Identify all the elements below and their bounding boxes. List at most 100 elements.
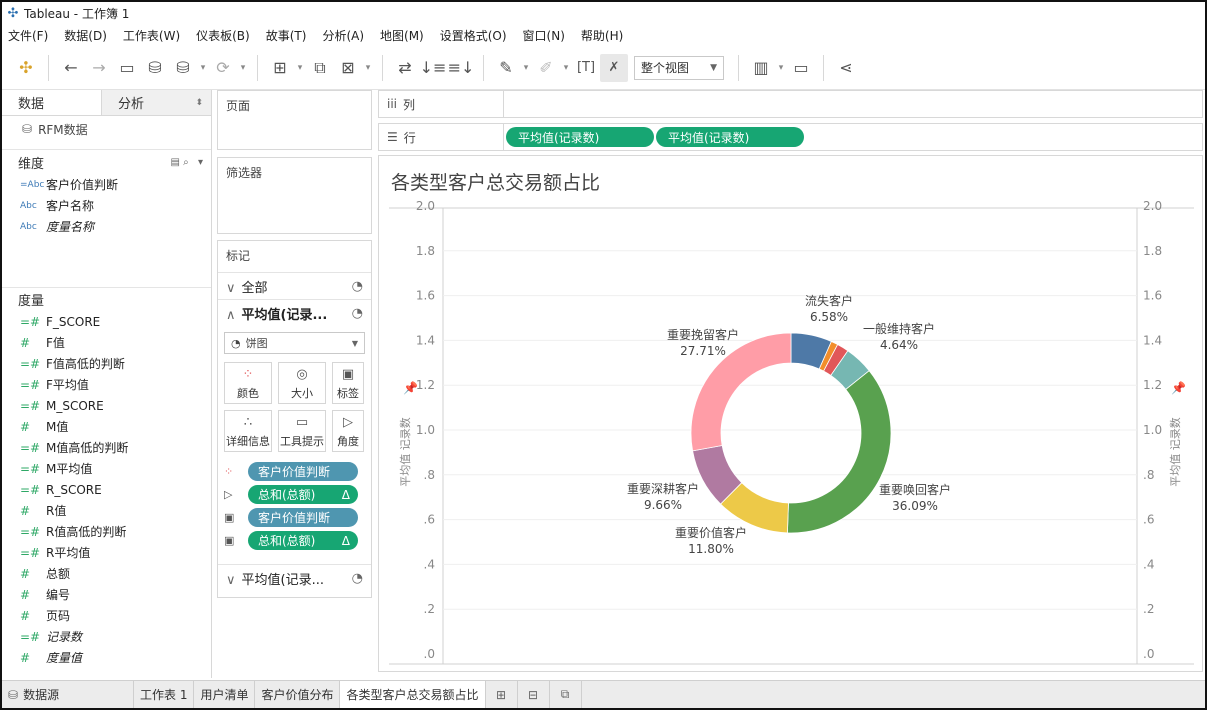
show-mark-labels-icon[interactable]: [T]: [572, 54, 600, 82]
pause-updates-icon[interactable]: ⛁: [169, 54, 197, 82]
clear-sheet-icon[interactable]: ⊠: [334, 54, 362, 82]
menu-worksheet[interactable]: 工作表(W): [123, 27, 180, 44]
dropdown-arrow-icon[interactable]: ▾: [237, 54, 249, 82]
detail-button[interactable]: ∴ 详细信息: [224, 410, 272, 452]
angle-button-label: 角度: [337, 435, 359, 448]
marks-all-row[interactable]: ∨ 全部 ◔: [218, 272, 371, 299]
measure-field[interactable]: # 编号: [2, 584, 211, 605]
menu-format[interactable]: 设置格式(O): [440, 27, 507, 44]
tableau-home-icon[interactable]: ✣: [12, 54, 40, 82]
fix-axes-icon[interactable]: ✗: [600, 53, 628, 82]
measure-field[interactable]: =# R值高低的判断: [2, 521, 211, 542]
tooltip-button[interactable]: ▭ 工具提示: [278, 410, 326, 452]
slice-percent-label: 36.09%: [892, 499, 938, 513]
measure-field[interactable]: =# F值高低的判断: [2, 353, 211, 374]
sort-descending-icon[interactable]: ≡↓: [447, 54, 475, 82]
redo-icon[interactable]: →: [85, 54, 113, 82]
marks-pill-angle[interactable]: 总和(总额) Δ: [248, 485, 358, 504]
view-list-icon[interactable]: ▤: [171, 157, 180, 168]
color-button[interactable]: ⁘ 颜色: [224, 362, 272, 404]
menu-window[interactable]: 窗口(N): [523, 27, 565, 44]
angle-icon: ▷: [343, 415, 353, 430]
dropdown-arrow-icon[interactable]: ▾: [197, 54, 209, 82]
pill-label: 总和(总额): [258, 534, 316, 548]
swap-rows-columns-icon[interactable]: ⇄: [391, 54, 419, 82]
menu-arrow-icon[interactable]: ▾: [198, 157, 203, 168]
measure-field[interactable]: =# M平均值: [2, 458, 211, 479]
tab-datasource[interactable]: ⛁ 数据源: [2, 680, 134, 708]
marks-pill-color[interactable]: 客户价值判断: [248, 462, 358, 481]
tooltip-button-label: 工具提示: [280, 435, 324, 448]
menu-data[interactable]: 数据(D): [64, 27, 107, 44]
sheet-tab-active[interactable]: 各类型客户总交易额占比: [340, 680, 486, 708]
new-datasource-icon[interactable]: ⛁: [141, 54, 169, 82]
dimension-field[interactable]: =Abc 客户价值判断: [2, 174, 211, 195]
measure-field[interactable]: # 页码: [2, 605, 211, 626]
measure-field[interactable]: # R值: [2, 500, 211, 521]
dimension-field[interactable]: Abc 客户名称: [2, 195, 211, 216]
measure-field[interactable]: =# F_SCORE: [2, 311, 211, 332]
dropdown-arrow-icon[interactable]: ▾: [560, 54, 572, 82]
filters-card[interactable]: 筛选器: [217, 157, 372, 234]
measure-field[interactable]: # 度量值: [2, 647, 211, 668]
measure-field[interactable]: =# 记录数: [2, 626, 211, 647]
search-icon[interactable]: ⌕: [183, 157, 189, 168]
pages-card[interactable]: 页面: [217, 90, 372, 150]
marks-pill-label-measure[interactable]: 总和(总额) Δ: [248, 531, 358, 550]
angle-button[interactable]: ▷ 角度: [332, 410, 364, 452]
measure-field[interactable]: # M值: [2, 416, 211, 437]
new-worksheet-icon[interactable]: ⊞: [266, 54, 294, 82]
measure-field[interactable]: =# M值高低的判断: [2, 437, 211, 458]
view-mode-select[interactable]: 整个视图 ▼: [634, 55, 724, 80]
dimension-type-icon: Abc: [20, 221, 37, 232]
mark-type-select[interactable]: ◔ 饼图 ▼: [224, 332, 365, 354]
duplicate-sheet-icon[interactable]: ⧉: [306, 54, 334, 82]
dimension-field[interactable]: Abc 度量名称: [2, 216, 211, 237]
sheet-tab[interactable]: 工作表 1: [134, 680, 195, 708]
menu-file[interactable]: 文件(F): [8, 27, 48, 44]
datasource-item[interactable]: ⛁ RFM数据: [2, 116, 211, 142]
marks-layer-2-row[interactable]: ∨ 平均值(记录... ◔: [218, 564, 371, 591]
menu-analysis[interactable]: 分析(A): [322, 27, 364, 44]
measure-field[interactable]: # 总额: [2, 563, 211, 584]
size-button[interactable]: ◎ 大小: [278, 362, 326, 404]
menu-dashboard[interactable]: 仪表板(B): [196, 27, 250, 44]
dropdown-arrow-icon[interactable]: ▾: [775, 54, 787, 82]
measure-field[interactable]: =# R_SCORE: [2, 479, 211, 500]
new-worksheet-icon[interactable]: ⊞: [486, 680, 518, 708]
show-hide-cards-icon[interactable]: ▥: [747, 54, 775, 82]
measure-field[interactable]: =# R平均值: [2, 542, 211, 563]
sheet-tab[interactable]: 用户清单: [194, 680, 256, 708]
rows-pill[interactable]: 平均值(记录数): [656, 127, 804, 147]
rows-pill[interactable]: 平均值(记录数): [506, 127, 654, 147]
dropdown-arrow-icon[interactable]: ▾: [294, 54, 306, 82]
menu-story[interactable]: 故事(T): [266, 27, 307, 44]
columns-shelf[interactable]: iii 列: [378, 90, 1203, 118]
new-dashboard-icon[interactable]: ⊟: [518, 680, 550, 708]
highlight-icon[interactable]: ✎: [492, 54, 520, 82]
menu-help[interactable]: 帮助(H): [581, 27, 623, 44]
measure-field[interactable]: =# F平均值: [2, 374, 211, 395]
y-tick-label-right: .2: [1143, 602, 1154, 616]
tab-data[interactable]: 数据: [2, 90, 102, 115]
menu-map[interactable]: 地图(M): [380, 27, 424, 44]
marks-layer-1-row[interactable]: ∧ 平均值(记录... ◔: [218, 299, 371, 326]
sort-ascending-icon[interactable]: ↓≡: [419, 54, 447, 82]
measure-field[interactable]: =# M_SCORE: [2, 395, 211, 416]
rows-shelf[interactable]: ☰ 行 平均值(记录数) 平均值(记录数): [378, 123, 1203, 151]
refresh-icon[interactable]: ⟳: [209, 54, 237, 82]
save-icon[interactable]: ▭: [113, 54, 141, 82]
undo-icon[interactable]: ←: [57, 54, 85, 82]
sheet-tab[interactable]: 客户价值分布: [255, 680, 341, 708]
marks-pill-label[interactable]: 客户价值判断: [248, 508, 358, 527]
marks-button-grid: ⁘ 颜色 ◎ 大小 ▣ 标签 ∴ 详细信息 ▭ 工具提示 ▷ 角度: [218, 360, 371, 454]
tab-analysis[interactable]: 分析 ⬍: [102, 90, 211, 115]
dropdown-arrow-icon[interactable]: ▾: [520, 54, 532, 82]
measure-field[interactable]: # F值: [2, 332, 211, 353]
label-button[interactable]: ▣ 标签: [332, 362, 364, 404]
group-members-icon[interactable]: ✐: [532, 54, 560, 82]
presentation-mode-icon[interactable]: ▭: [787, 54, 815, 82]
share-icon[interactable]: ⋖: [832, 54, 860, 82]
new-story-icon[interactable]: ⧉: [550, 680, 582, 708]
dropdown-arrow-icon[interactable]: ▾: [362, 54, 374, 82]
